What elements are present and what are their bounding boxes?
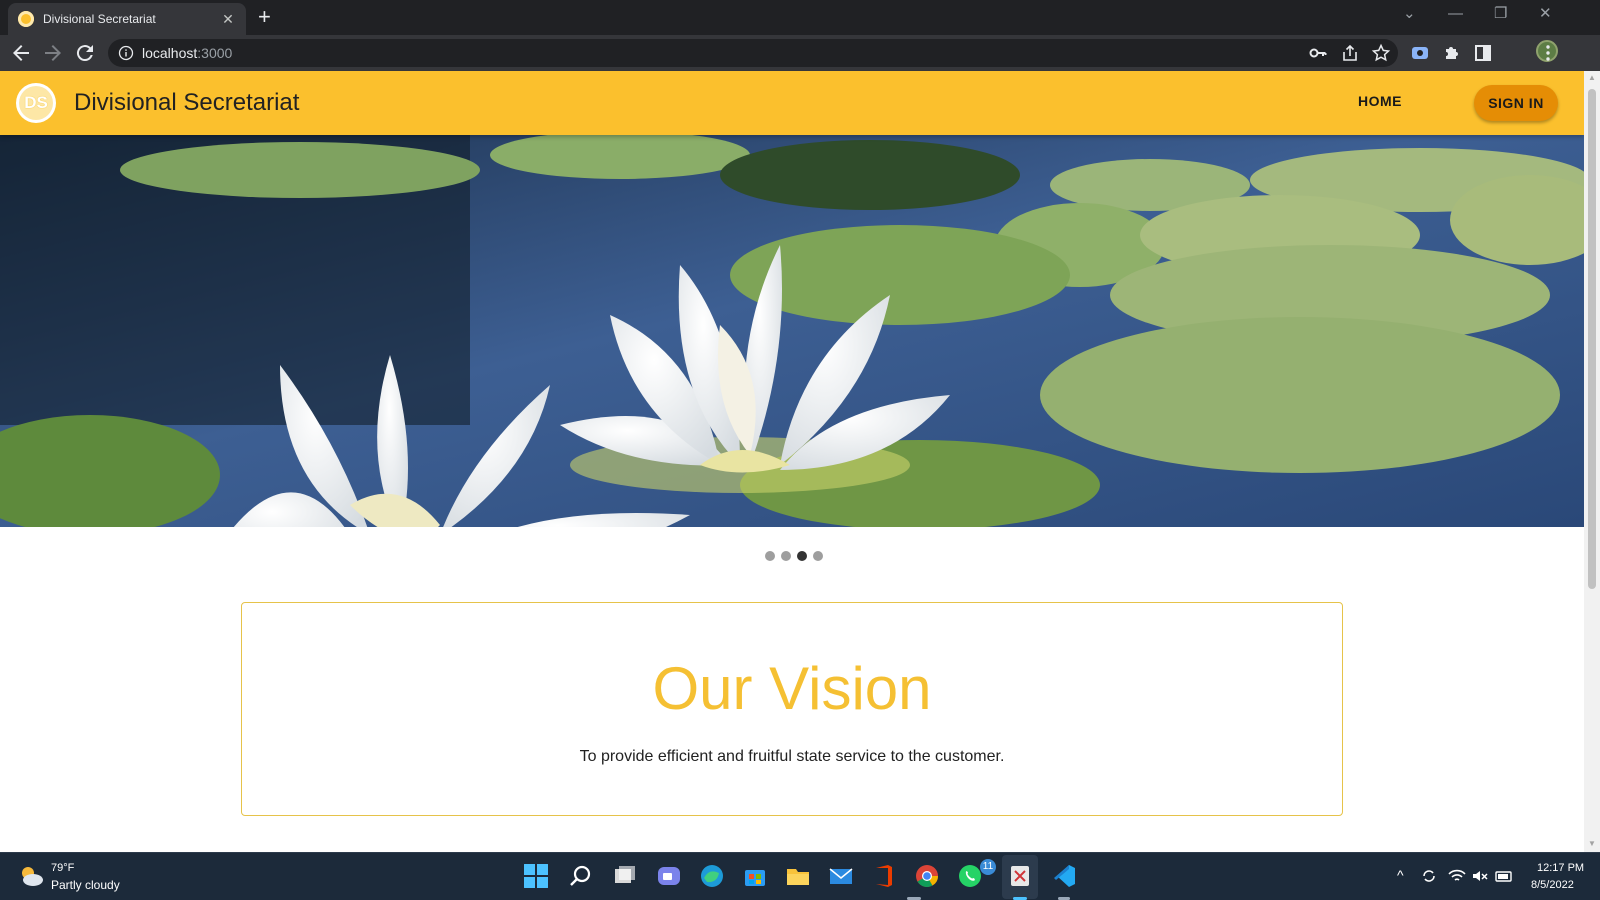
carousel-slide-image bbox=[0, 135, 1584, 527]
scroll-up-icon[interactable]: ▲ bbox=[1588, 73, 1596, 82]
site-info-icon[interactable] bbox=[118, 45, 134, 61]
office-icon[interactable] bbox=[871, 863, 897, 889]
vision-text: To provide efficient and fruitful state … bbox=[579, 748, 1005, 765]
site-title: Divisional Secretariat bbox=[74, 89, 300, 116]
tab-title: Divisional Secretariat bbox=[43, 12, 156, 26]
logo-text: DS bbox=[19, 86, 53, 120]
screencast-extension-icon[interactable] bbox=[1410, 43, 1430, 63]
minimize-button[interactable]: — bbox=[1448, 4, 1463, 24]
browser-tabstrip: Divisional Secretariat ✕ + ⌄ — ❐ ✕ bbox=[0, 0, 1600, 35]
scroll-down-icon[interactable]: ▼ bbox=[1588, 839, 1596, 848]
page-scrollbar[interactable]: ▲ ▼ bbox=[1584, 71, 1600, 852]
site-header: DS Divisional Secretariat HOME SIGN IN bbox=[0, 71, 1584, 135]
battery-icon[interactable] bbox=[1494, 867, 1514, 885]
windows-taskbar: 79°F Partly cloudy 11 ^ 12:17 PM 8/5/202… bbox=[0, 852, 1600, 900]
favicon-icon bbox=[18, 11, 34, 27]
search-icon[interactable] bbox=[568, 863, 594, 889]
windows-start-icon[interactable] bbox=[523, 863, 549, 889]
volume-muted-icon[interactable] bbox=[1471, 867, 1489, 885]
url-host: localhost bbox=[142, 45, 198, 61]
carousel-dot[interactable] bbox=[781, 551, 791, 561]
bookmark-star-icon[interactable] bbox=[1371, 43, 1391, 63]
site-logo[interactable]: DS bbox=[16, 83, 56, 123]
nav-home-link[interactable]: HOME bbox=[1358, 93, 1402, 109]
key-icon[interactable] bbox=[1308, 43, 1328, 63]
weather-temperature[interactable]: 79°F bbox=[51, 862, 74, 874]
clock-date[interactable]: 8/5/2022 bbox=[1531, 879, 1574, 891]
vscode-icon[interactable] bbox=[1051, 863, 1077, 889]
reload-icon[interactable] bbox=[73, 41, 97, 65]
share-icon[interactable] bbox=[1340, 43, 1360, 63]
sync-icon[interactable] bbox=[1420, 867, 1438, 885]
close-window-button[interactable]: ✕ bbox=[1539, 4, 1552, 24]
chrome-icon[interactable] bbox=[914, 863, 940, 889]
edge-browser-icon[interactable] bbox=[699, 863, 725, 889]
vision-title: Our Vision bbox=[652, 655, 932, 722]
scroll-thumb[interactable] bbox=[1588, 89, 1596, 589]
extensions-puzzle-icon[interactable] bbox=[1442, 43, 1462, 63]
partly-cloudy-icon[interactable] bbox=[18, 865, 44, 887]
web-page: DS Divisional Secretariat HOME SIGN IN O… bbox=[0, 71, 1584, 852]
mail-icon[interactable] bbox=[828, 863, 854, 889]
address-bar[interactable]: localhost:3000 bbox=[108, 39, 1398, 67]
forward-arrow-icon[interactable] bbox=[41, 41, 65, 65]
url-port: :3000 bbox=[197, 45, 233, 61]
task-view-icon[interactable] bbox=[612, 863, 638, 889]
snipping-tool-icon[interactable] bbox=[1007, 863, 1033, 889]
clock-time[interactable]: 12:17 PM bbox=[1537, 862, 1584, 874]
carousel-dot-active[interactable] bbox=[797, 551, 807, 561]
weather-condition[interactable]: Partly cloudy bbox=[51, 878, 120, 892]
whatsapp-notification-badge: 11 bbox=[980, 859, 996, 875]
file-explorer-icon[interactable] bbox=[785, 863, 811, 889]
microsoft-store-icon[interactable] bbox=[742, 863, 768, 889]
tab-close-icon[interactable]: ✕ bbox=[220, 11, 236, 28]
tab-search-icon[interactable]: ⌄ bbox=[1403, 4, 1416, 24]
back-arrow-icon[interactable] bbox=[9, 41, 33, 65]
browser-tab[interactable]: Divisional Secretariat ✕ bbox=[8, 3, 246, 35]
carousel-dot[interactable] bbox=[813, 551, 823, 561]
water-lily-image bbox=[0, 135, 1584, 527]
teams-chat-icon[interactable] bbox=[656, 863, 682, 889]
vision-card: Our Vision To provide efficient and frui… bbox=[241, 602, 1343, 816]
more-menu-icon[interactable] bbox=[1538, 43, 1558, 63]
tray-overflow-chevron-icon[interactable]: ^ bbox=[1397, 867, 1404, 883]
sign-in-button[interactable]: SIGN IN bbox=[1474, 85, 1558, 121]
browser-toolbar: localhost:3000 bbox=[0, 35, 1600, 71]
carousel-dot[interactable] bbox=[765, 551, 775, 561]
side-panel-icon[interactable] bbox=[1473, 43, 1493, 63]
carousel-indicators bbox=[765, 551, 823, 561]
restore-button[interactable]: ❐ bbox=[1494, 4, 1507, 24]
wifi-icon[interactable] bbox=[1448, 867, 1466, 885]
new-tab-button[interactable]: + bbox=[258, 5, 271, 29]
